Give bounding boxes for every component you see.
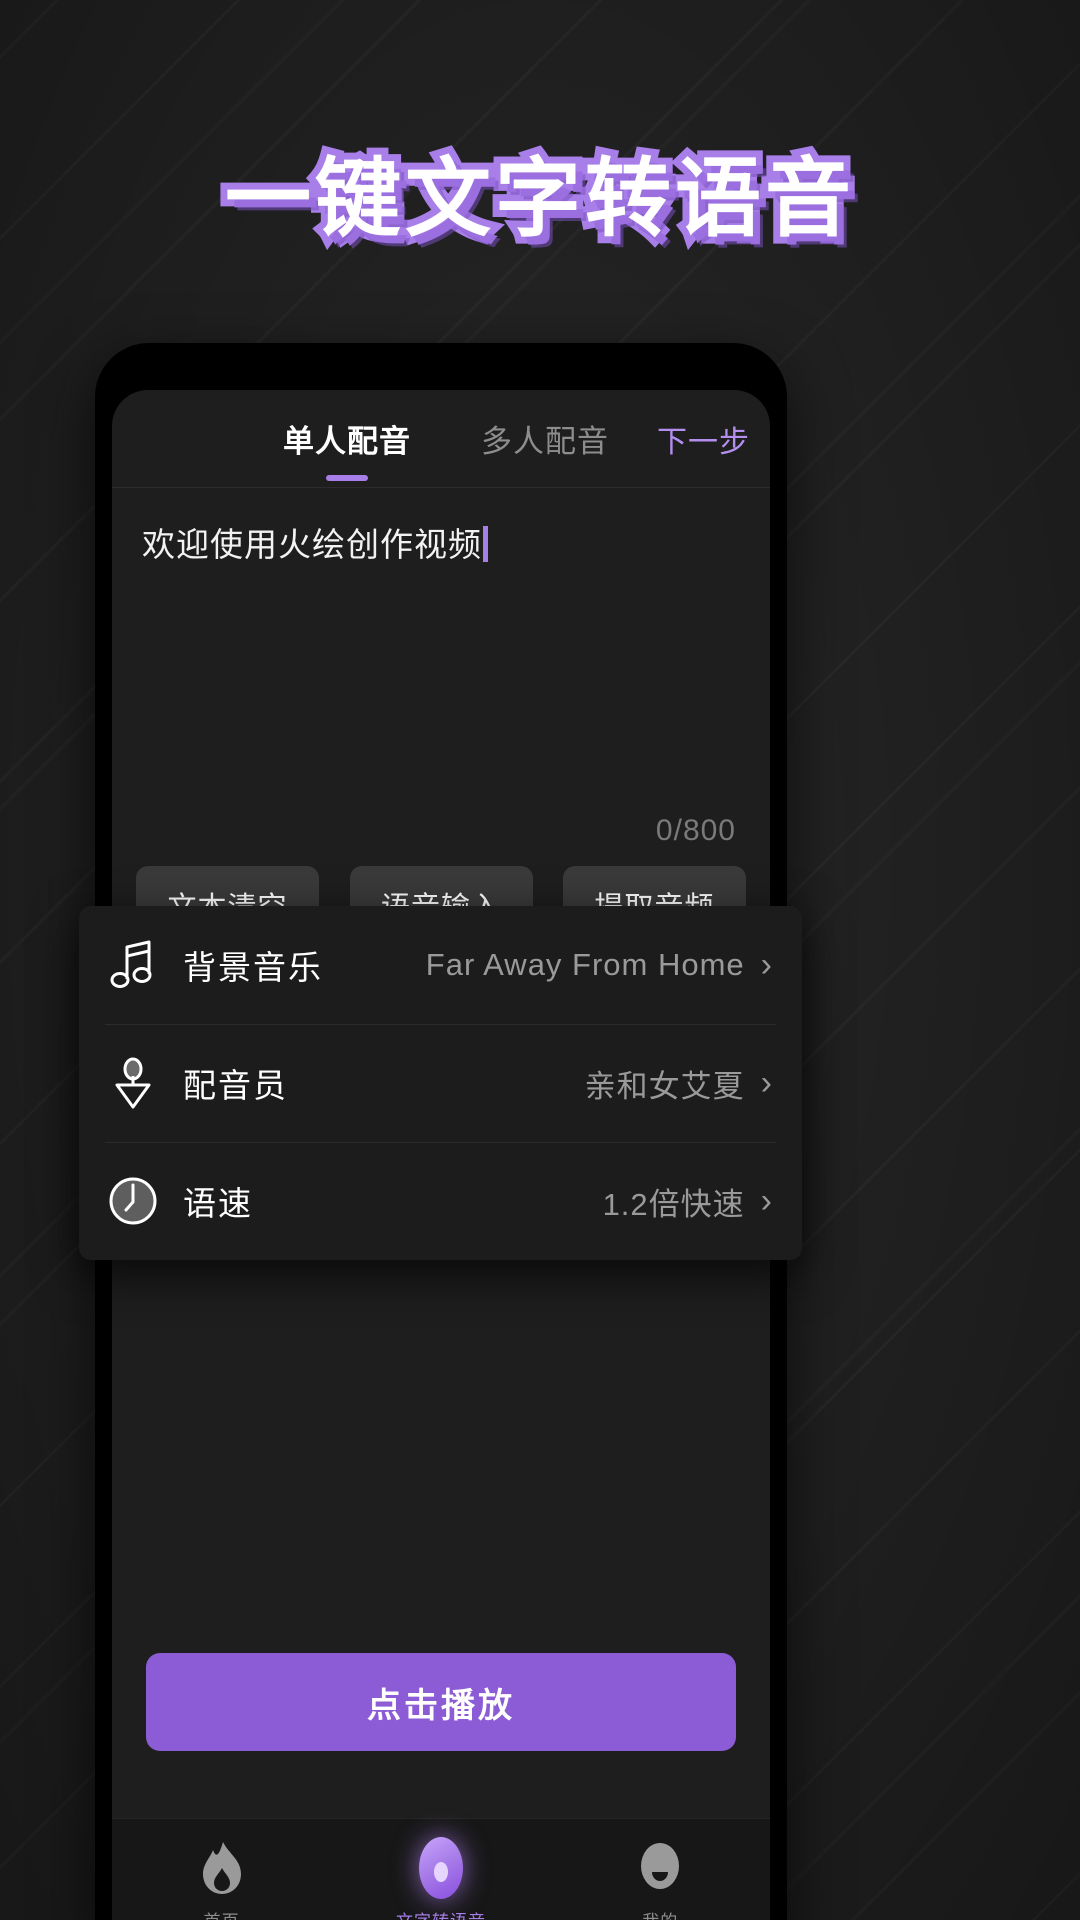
screenshot-root: 一键文字转语音 单人配音 多人配音 下一步 欢迎使用火绘创作视频 0/800 点… — [0, 0, 1080, 1920]
nav-item-tts[interactable]: 文字转语音 — [331, 1819, 550, 1920]
nav-item-home-label: 首页 — [204, 1907, 240, 1920]
clock-icon — [105, 1173, 161, 1229]
page-title: 一键文字转语音 — [218, 142, 858, 256]
nav-item-profile[interactable]: 我的 — [551, 1819, 770, 1920]
text-caret — [483, 526, 488, 562]
hero-banner: 一键文字转语音 — [0, 128, 1080, 256]
next-step-button[interactable]: 下一步 — [657, 417, 750, 461]
setting-row-voice-actor[interactable]: 配音员 亲和女艾夏 › — [79, 1024, 802, 1142]
flame-icon — [199, 1839, 245, 1897]
setting-label-voice-actor: 配音员 — [183, 1067, 288, 1104]
voice-oval-icon — [418, 1836, 463, 1899]
text-editor-area[interactable]: 欢迎使用火绘创作视频 0/800 — [112, 488, 770, 858]
bottom-navigation: 首页 文字转语音 我的 — [112, 1818, 770, 1920]
nav-item-tts-label: 文字转语音 — [396, 1907, 486, 1920]
character-counter: 0/800 — [655, 814, 736, 847]
nav-item-home[interactable]: 首页 — [112, 1819, 331, 1920]
setting-value-voice-actor: 亲和女艾夏 — [584, 1068, 745, 1104]
tab-multi-dub[interactable]: 多人配音 — [477, 416, 613, 461]
setting-value-background-music: Far Away From Home — [425, 947, 745, 982]
nav-item-profile-label: 我的 — [642, 1907, 678, 1920]
settings-card: 背景音乐 Far Away From Home › 配音员 亲和女艾夏 › 语速… — [79, 906, 802, 1260]
play-button[interactable]: 点击播放 — [146, 1653, 736, 1751]
profile-face-icon — [637, 1839, 683, 1897]
chevron-right-icon: › — [760, 1182, 772, 1220]
setting-label-background-music: 背景音乐 — [183, 949, 323, 986]
voice-actor-icon — [105, 1055, 161, 1111]
tab-single-dub-label: 单人配音 — [283, 424, 411, 459]
tab-active-indicator — [326, 475, 368, 481]
editor-text: 欢迎使用火绘创作视频 — [142, 526, 482, 563]
play-button-container: 点击播放 — [112, 1653, 770, 1751]
setting-label-speech-speed: 语速 — [183, 1185, 253, 1222]
tab-bar: 单人配音 多人配音 下一步 — [112, 390, 770, 488]
tab-single-dub[interactable]: 单人配音 — [279, 416, 415, 481]
setting-row-background-music[interactable]: 背景音乐 Far Away From Home › — [79, 906, 802, 1024]
chevron-right-icon: › — [760, 946, 772, 984]
chevron-right-icon: › — [760, 1064, 772, 1102]
setting-row-speech-speed[interactable]: 语速 1.2倍快速 › — [79, 1142, 802, 1260]
tab-multi-dub-label: 多人配音 — [481, 424, 609, 459]
music-note-icon — [105, 937, 161, 993]
setting-value-speech-speed: 1.2倍快速 — [602, 1186, 745, 1222]
